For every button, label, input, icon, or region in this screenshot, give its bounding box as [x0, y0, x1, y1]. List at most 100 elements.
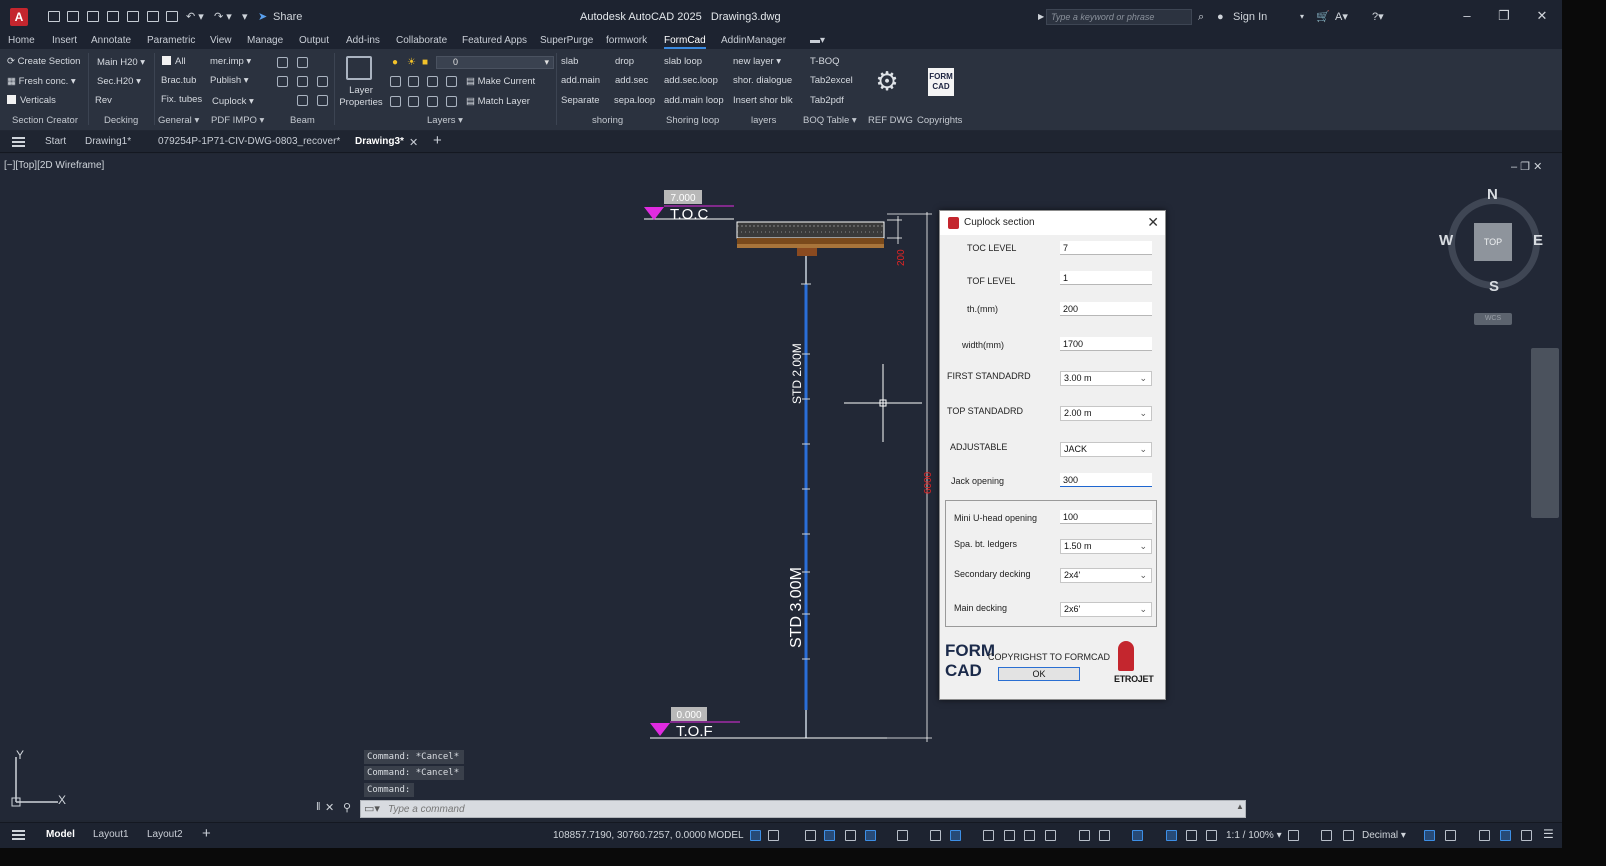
command-grip-icon[interactable]: ‖ [316, 801, 321, 813]
tab2pdf-button[interactable]: Tab2pdf [810, 95, 844, 107]
command-scroll-icon[interactable]: ▲ [1236, 802, 1244, 811]
beam-tool-icon[interactable] [297, 95, 308, 106]
compass-east[interactable]: E [1533, 232, 1543, 249]
object-snap-tracking-icon[interactable] [930, 830, 941, 841]
selection-filter-icon[interactable] [1099, 830, 1110, 841]
close-command-icon[interactable]: ✕ [325, 801, 334, 814]
save-icon[interactable] [87, 11, 99, 22]
dynamic-ucs-icon[interactable] [1079, 830, 1090, 841]
separate-button[interactable]: Separate [561, 95, 600, 107]
tab-output[interactable]: Output [299, 34, 329, 49]
tab-model[interactable]: Model [46, 829, 75, 840]
mini-uhead-field[interactable] [1060, 510, 1152, 524]
make-current-button[interactable]: ▤ Make Current [466, 76, 535, 88]
add-main-button[interactable]: add.main [561, 75, 600, 87]
save-web-icon[interactable] [147, 11, 159, 22]
tab2excel-button[interactable]: Tab2excel [810, 75, 853, 87]
tab-annotate[interactable]: Annotate [91, 34, 131, 49]
tab-layout2[interactable]: Layout2 [147, 829, 183, 840]
clean-screen-icon[interactable] [1500, 830, 1511, 841]
panel-pdf-impo[interactable]: PDF IMPO ▾ [211, 115, 264, 126]
beam-tool-icon[interactable] [277, 76, 288, 87]
slab-button[interactable]: slab [561, 56, 578, 68]
secondary-decking-select[interactable]: 2x4' ⌄ [1060, 568, 1152, 583]
help-icon[interactable]: ?▾ [1372, 10, 1384, 24]
copyrights-button[interactable]: Copyrights [917, 115, 962, 126]
gizmo-icon[interactable] [1132, 830, 1143, 841]
cuplock-dropdown[interactable]: Cuplock ▾ [212, 96, 254, 108]
brac-tub-button[interactable]: Brac.tub [161, 75, 196, 87]
isometric-icon[interactable] [897, 830, 908, 841]
beam-tool-icon[interactable] [297, 57, 308, 68]
layer-tool-icon[interactable] [408, 96, 419, 107]
sign-in-button[interactable]: Sign In [1233, 10, 1267, 24]
fix-tubes-button[interactable]: Fix. tubes [161, 94, 202, 106]
add-sec-loop-button[interactable]: add.sec.loop [664, 75, 718, 87]
main-decking-select[interactable]: 2x6' ⌄ [1060, 602, 1152, 617]
rev-button[interactable]: Rev [95, 95, 112, 107]
layer-tool-icon[interactable] [427, 96, 438, 107]
help-search-input[interactable]: Type a keyword or phrase [1046, 9, 1192, 25]
redo-icon[interactable]: ↷ ▾ [214, 10, 232, 24]
minimize-button[interactable]: – [1460, 9, 1474, 23]
plot-icon[interactable] [166, 11, 178, 22]
ribbon-toggle-icon[interactable]: ▬▾ [810, 34, 825, 49]
beam-tool-icon[interactable] [297, 76, 308, 87]
tab-manage[interactable]: Manage [247, 34, 283, 49]
recent-commands-icon[interactable]: ▭▾ [364, 802, 380, 815]
toc-level-field[interactable] [1060, 241, 1152, 255]
share-icon[interactable]: ➤ [258, 10, 267, 24]
drop-button[interactable]: drop [615, 56, 634, 68]
tab-recover-drawing[interactable]: 079254P-1P71-CIV-DWG-0803_recover* [158, 136, 340, 147]
layer-tool-icon[interactable] [390, 96, 401, 107]
layer-tool-icon[interactable] [427, 76, 438, 87]
expand-search-icon[interactable]: ▶ [1038, 10, 1044, 24]
main-h20-dropdown[interactable]: Main H20 ▾ [97, 57, 145, 69]
restore-button[interactable]: ❐ [1497, 9, 1511, 23]
formcad-logo-icon[interactable]: FORM CAD [928, 68, 954, 96]
customize-qa-icon[interactable]: ▾ [242, 10, 248, 24]
new-tab-icon[interactable]: + [433, 132, 442, 149]
fresh-conc-button[interactable]: ▦ Fresh conc. ▾ [7, 76, 76, 88]
compass-west[interactable]: W [1439, 232, 1453, 249]
adjustable-select[interactable]: JACK ⌄ [1060, 442, 1152, 457]
navigation-bar[interactable] [1531, 348, 1559, 518]
dialog-title-bar[interactable]: Cuplock section ✕ [940, 211, 1165, 235]
verticals-checkbox[interactable]: Verticals [7, 95, 56, 107]
grid-icon[interactable] [750, 830, 761, 841]
add-layout-icon[interactable]: + [202, 825, 211, 842]
sign-in-dropdown-icon[interactable]: ▾ [1300, 10, 1304, 24]
layer-properties-icon[interactable] [346, 56, 372, 80]
tab-parametric[interactable]: Parametric [147, 34, 195, 49]
tab-formwork[interactable]: formwork [606, 34, 647, 49]
snap-icon[interactable] [768, 830, 779, 841]
layer-tool-icon[interactable] [390, 76, 401, 87]
t-boq-button[interactable]: T-BOQ [810, 56, 840, 68]
share-button[interactable]: Share [273, 10, 302, 24]
autocad-logo-icon[interactable]: A [10, 8, 28, 26]
beam-tool-icon[interactable] [317, 95, 328, 106]
viewcube-top-face[interactable]: TOP [1474, 223, 1512, 261]
object-snap-icon[interactable] [950, 830, 961, 841]
layer-tool-icon[interactable] [446, 96, 457, 107]
ref-dwg-button[interactable]: REF DWG [868, 115, 913, 126]
lock-ui-icon[interactable] [1424, 830, 1435, 841]
panel-boq-table[interactable]: BOQ Table ▾ [803, 115, 857, 126]
tab-featured-apps[interactable]: Featured Apps [462, 34, 527, 49]
dialog-close-button[interactable]: ✕ [1147, 214, 1159, 231]
publish-dropdown[interactable]: Publish ▾ [210, 75, 249, 87]
tab-addins[interactable]: Add-ins [346, 34, 380, 49]
annotation-visibility-icon[interactable] [1166, 830, 1177, 841]
polar-tracking-icon[interactable] [865, 830, 876, 841]
layer-tool-icon[interactable] [446, 76, 457, 87]
viewcube[interactable]: TOP N S E W [1439, 186, 1544, 295]
save-as-icon[interactable] [107, 11, 119, 22]
coordinates-readout[interactable]: 108857.7190, 30760.7257, 0.0000 [553, 830, 706, 841]
layer-tool-icon[interactable] [408, 76, 419, 87]
auto-scale-icon[interactable] [1186, 830, 1197, 841]
tof-level-field[interactable] [1060, 271, 1152, 285]
transparency-icon[interactable] [1004, 830, 1015, 841]
units-dropdown[interactable]: Decimal ▾ [1362, 830, 1406, 841]
mer-imp-dropdown[interactable]: mer.imp ▾ [210, 56, 251, 68]
create-section-button[interactable]: ⟳ Create Section [7, 56, 80, 68]
